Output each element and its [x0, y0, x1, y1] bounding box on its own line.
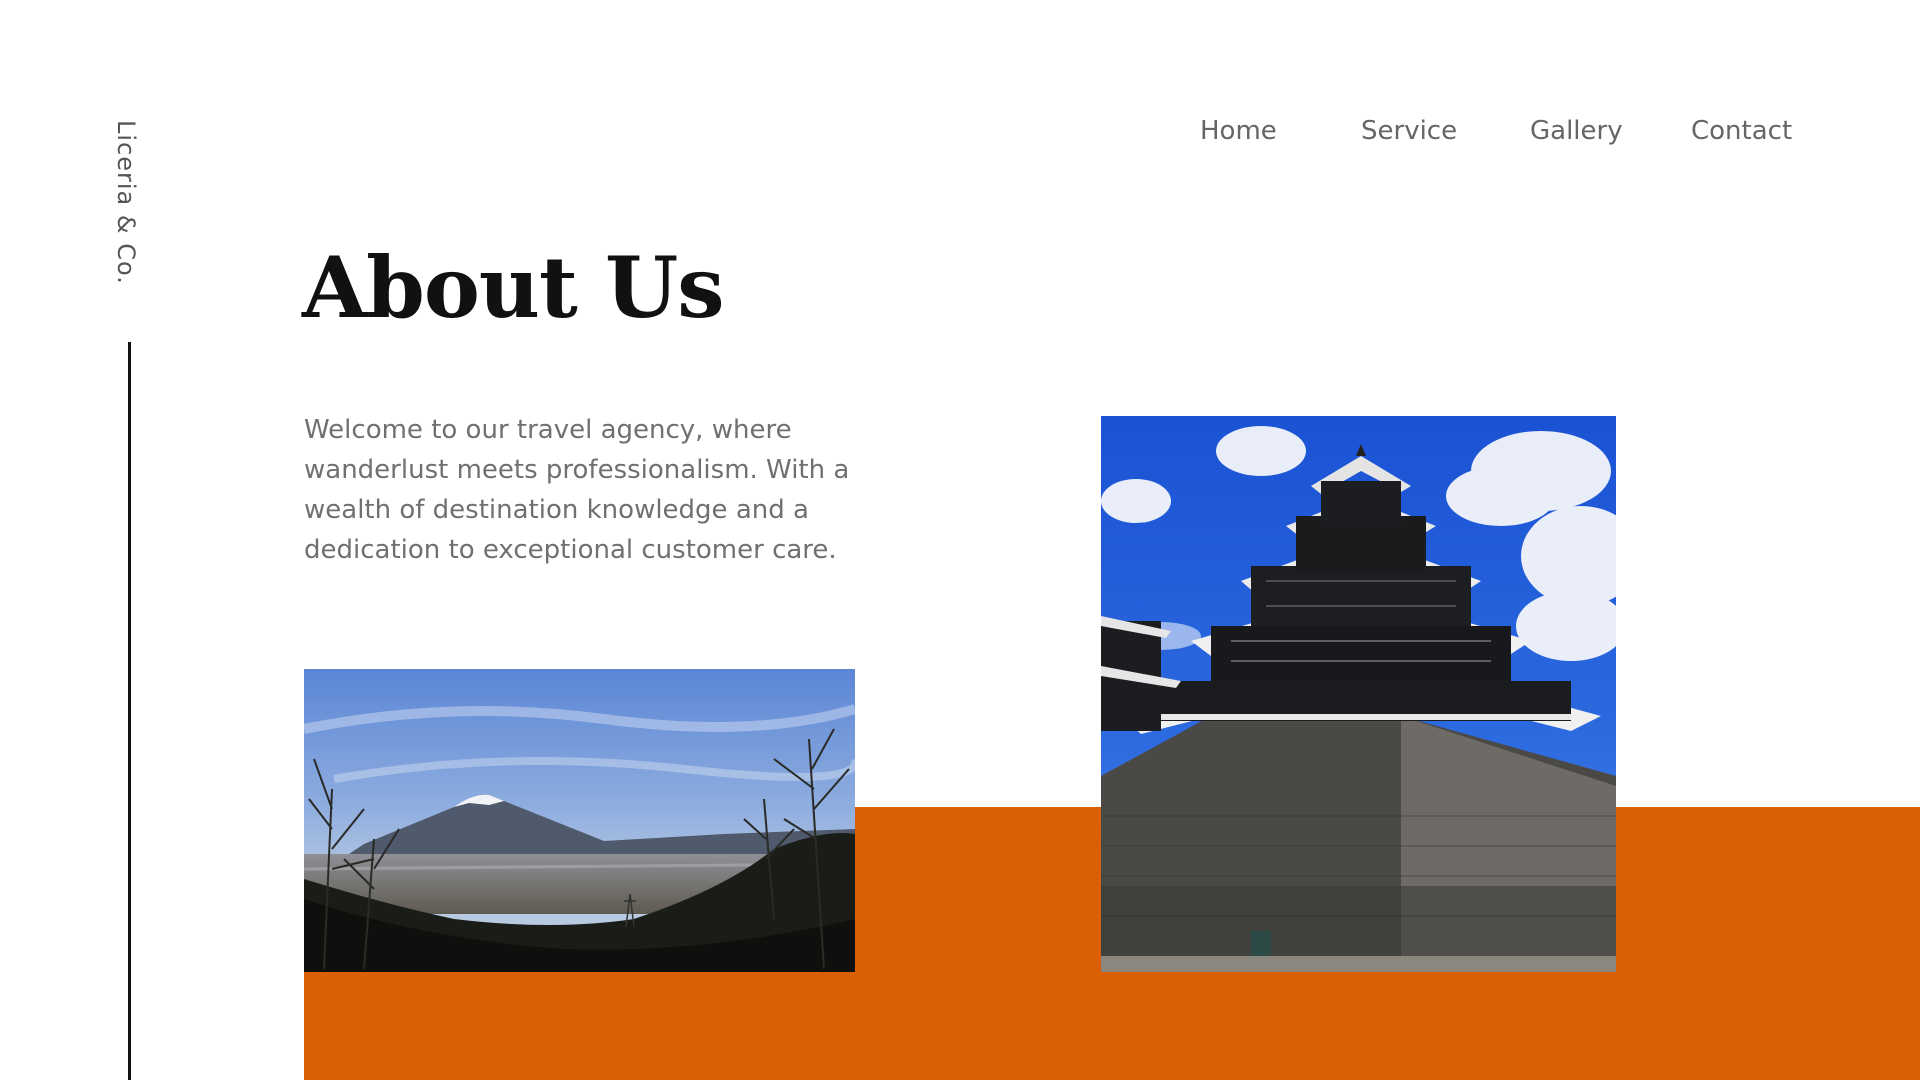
- mountain-landscape-photo: [304, 669, 855, 972]
- nav-link-contact[interactable]: Contact: [1691, 116, 1792, 146]
- page-title: About Us: [302, 238, 725, 337]
- nav-link-home[interactable]: Home: [1200, 116, 1277, 146]
- vertical-divider: [128, 342, 131, 1080]
- japanese-castle-photo: [1101, 416, 1616, 972]
- intro-paragraph: Welcome to our travel agency, where wand…: [304, 415, 850, 565]
- nav-link-gallery[interactable]: Gallery: [1530, 116, 1623, 146]
- accent-band-bottom: [304, 970, 1920, 1080]
- nav-link-service[interactable]: Service: [1361, 116, 1457, 146]
- main-navigation: Home Service Gallery Contact: [1180, 116, 1800, 156]
- brand-logo-text: Liceria & Co.: [112, 120, 140, 285]
